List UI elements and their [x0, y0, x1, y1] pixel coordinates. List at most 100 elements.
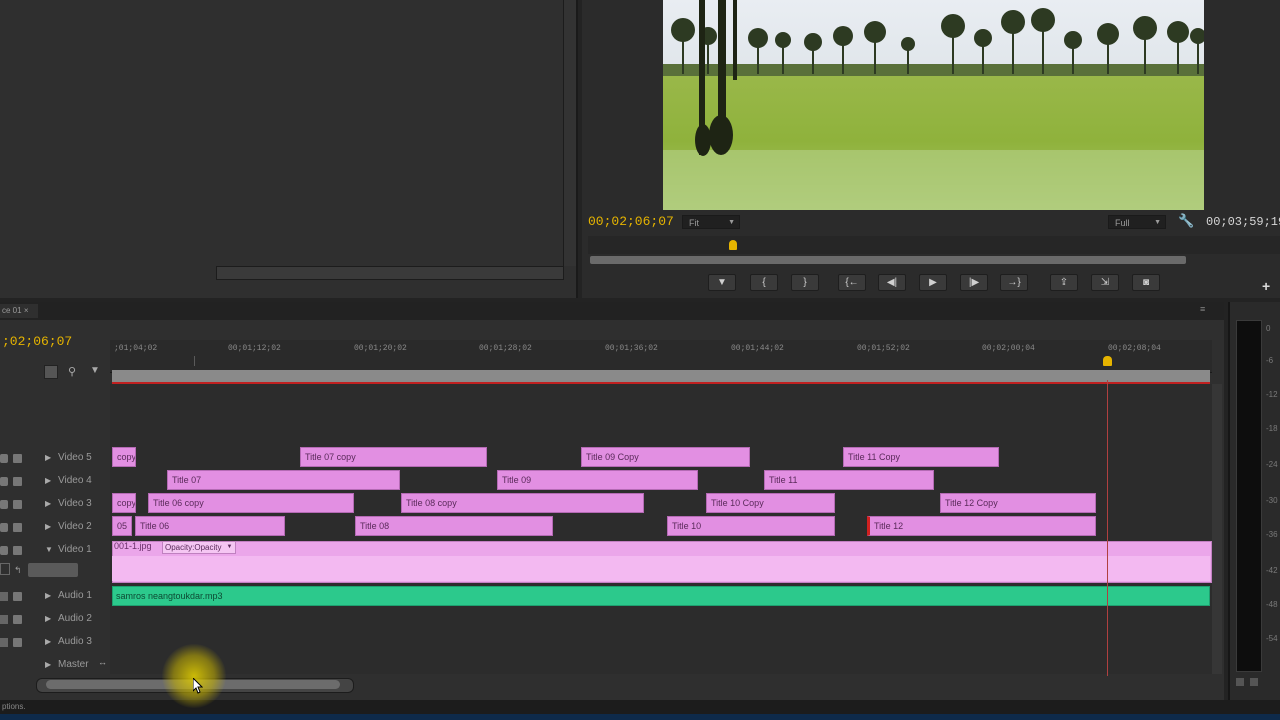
close-icon[interactable]: × — [24, 306, 29, 315]
eye-icon[interactable] — [0, 477, 8, 486]
track-header-video5: ▶ Video 5 — [0, 449, 110, 471]
lock-icon[interactable] — [13, 500, 22, 509]
timeline-clip[interactable]: Title 09 — [497, 470, 698, 490]
ruler-tick-label: 00;01;28;02 — [479, 344, 532, 353]
timeline-clip[interactable]: copy — [112, 493, 136, 513]
eye-icon[interactable] — [0, 500, 8, 509]
timeline-clip[interactable]: Title 06 — [135, 516, 285, 536]
timeline-clip[interactable]: Title 12 Copy — [940, 493, 1096, 513]
expand-triangle-icon[interactable]: ▶ — [45, 453, 51, 462]
program-monitor-zoom-scrollbar[interactable] — [590, 256, 1186, 264]
program-monitor-time-ruler[interactable] — [588, 236, 1280, 254]
audio1-clip[interactable]: samros neangtoukdar.mp3 — [112, 586, 1210, 606]
eye-icon[interactable] — [0, 454, 8, 463]
expand-triangle-icon[interactable]: ▶ — [45, 522, 51, 531]
extract-button[interactable]: ⇲ — [1091, 274, 1119, 291]
timeline-timecode[interactable]: ;02;06;07 — [2, 334, 72, 349]
expand-triangle-icon[interactable]: ▶ — [45, 660, 51, 669]
expand-triangle-icon[interactable]: ▶ — [45, 591, 51, 600]
chevron-down-icon: ▼ — [1154, 219, 1161, 226]
ruler-tick-label: 00;01;36;02 — [605, 344, 658, 353]
program-timecode-current[interactable]: 00;02;06;07 — [588, 214, 674, 229]
step-forward-button[interactable]: |▶ — [960, 274, 988, 291]
ruler-tick-label: ;01;04;02 — [114, 344, 158, 353]
keyframe-toggle-icon[interactable]: ↰ — [14, 565, 22, 576]
timeline-clip[interactable]: Title 08 copy — [401, 493, 644, 513]
timeline-clip[interactable]: Title 07 copy — [300, 447, 487, 467]
track-keyframe-control[interactable] — [28, 563, 78, 577]
tab-sequence[interactable]: ce 01 × — [0, 304, 38, 318]
step-back-button[interactable]: ◀| — [878, 274, 906, 291]
eye-icon[interactable] — [0, 546, 8, 555]
program-playhead-marker[interactable] — [729, 240, 737, 250]
timeline-clip[interactable]: Title 10 Copy — [706, 493, 835, 513]
go-to-in-button[interactable]: {← — [838, 274, 866, 291]
export-frame-button[interactable]: ◙ — [1132, 274, 1160, 291]
solo-left-button[interactable] — [1236, 678, 1244, 686]
lock-icon[interactable] — [13, 615, 22, 624]
speaker-icon[interactable] — [0, 615, 8, 624]
output-channels-icon[interactable]: ↔ — [98, 657, 107, 667]
eye-icon[interactable] — [0, 523, 8, 532]
lock-icon[interactable] — [13, 477, 22, 486]
expand-triangle-icon[interactable]: ▶ — [45, 476, 51, 485]
timeline-clip[interactable]: Title 07 — [167, 470, 400, 490]
solo-right-button[interactable] — [1250, 678, 1258, 686]
lock-icon[interactable] — [13, 454, 22, 463]
zoom-level-select[interactable]: Fit ▼ — [682, 215, 740, 229]
speaker-icon[interactable] — [0, 638, 8, 647]
add-button-icon[interactable]: + — [1262, 278, 1270, 294]
lock-icon[interactable] — [13, 546, 22, 555]
settings-wrench-icon[interactable]: 🔧 — [1178, 213, 1194, 229]
track-header-video2: ▶ Video 2 — [0, 518, 110, 540]
timeline-playhead-line — [1107, 380, 1108, 676]
timeline-clip-selected[interactable]: Title 12 — [867, 516, 1096, 536]
timeline-tab-bar — [0, 302, 1224, 320]
timeline-clip[interactable]: Title 11 Copy — [843, 447, 999, 467]
expand-triangle-icon[interactable]: ▶ — [45, 499, 51, 508]
timeline-clip[interactable]: Title 08 — [355, 516, 553, 536]
go-to-out-button[interactable]: →} — [1000, 274, 1028, 291]
out-point-icon: } — [803, 277, 807, 288]
timeline-clip[interactable]: Title 11 — [764, 470, 934, 490]
meter-db-label: -48 — [1266, 600, 1278, 609]
speaker-icon[interactable] — [0, 592, 8, 601]
timeline-vertical-scrollbar[interactable] — [1212, 384, 1222, 674]
lock-icon[interactable] — [13, 592, 22, 601]
timeline-playhead-marker[interactable] — [1103, 356, 1112, 366]
panel-menu-icon[interactable]: ≡ — [1200, 304, 1205, 314]
snap-toggle-icon[interactable] — [44, 365, 58, 379]
mouse-pointer-icon — [193, 678, 203, 694]
timeline-clip[interactable]: Title 09 Copy — [581, 447, 750, 467]
expand-triangle-icon[interactable]: ▶ — [45, 637, 51, 646]
playback-resolution-select[interactable]: Full ▼ — [1108, 215, 1166, 229]
effect-property-select[interactable]: Opacity:Opacity ▼ — [162, 541, 237, 554]
ruler-tick-label: 00;02;00;04 — [982, 344, 1035, 353]
video1-opacity-band[interactable] — [112, 556, 1210, 581]
track-header-audio2: ▶ Audio 2 — [0, 610, 110, 632]
lift-button[interactable]: ⇪ — [1050, 274, 1078, 291]
timeline-time-ruler[interactable]: ;01;04;02 00;01;12;02 00;01;20;02 00;01;… — [110, 340, 1212, 373]
play-button[interactable]: ▶ — [919, 274, 947, 291]
timeline-clip[interactable]: Title 06 copy — [148, 493, 354, 513]
track-header-video3: ▶ Video 3 — [0, 495, 110, 517]
project-panel-hscrollbar[interactable] — [216, 266, 564, 280]
add-marker-button[interactable]: ▼ — [708, 274, 736, 291]
expand-triangle-icon[interactable]: ▶ — [45, 614, 51, 623]
ruler-tick-label: 00;01;12;02 — [228, 344, 281, 353]
work-area-bar[interactable] — [112, 370, 1210, 384]
lock-icon[interactable] — [13, 523, 22, 532]
mark-out-button[interactable]: } — [791, 274, 819, 291]
set-marker-icon[interactable]: ▼ — [90, 365, 100, 376]
lock-icon[interactable] — [13, 638, 22, 647]
timeline-clip[interactable]: Title 10 — [667, 516, 835, 536]
timeline-clip[interactable]: copy — [112, 447, 136, 467]
timeline-clip[interactable]: 05 — [112, 516, 132, 536]
display-style-icon[interactable] — [0, 563, 10, 575]
set-encore-marker-icon[interactable]: ⚲ — [68, 365, 76, 378]
collapse-triangle-icon[interactable]: ▼ — [45, 545, 53, 554]
project-panel — [0, 0, 578, 298]
project-panel-vscrollbar[interactable] — [563, 0, 576, 266]
mark-in-button[interactable]: { — [750, 274, 778, 291]
chevron-down-icon: ▼ — [728, 219, 735, 226]
